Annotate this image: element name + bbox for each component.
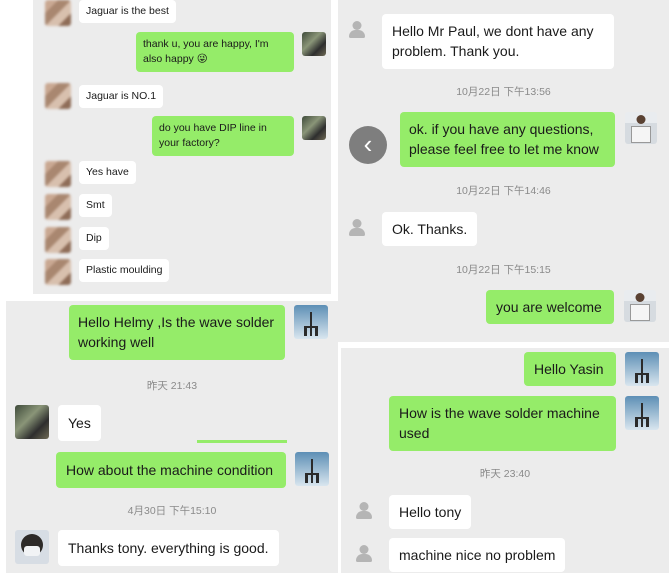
message-bubble: Hello Yasin	[524, 352, 616, 387]
message-left: Jaguar is the best	[45, 0, 176, 26]
message-bubble: Yes have	[79, 161, 136, 185]
message-left: Thanks tony. everything is good.	[15, 530, 279, 567]
message-text: Jaguar is NO.1	[86, 90, 157, 102]
message-bubble: Plastic moulding	[79, 259, 170, 283]
message-right: thank u, you are happy, I'm also happy 😜	[136, 32, 326, 73]
message-text: you are welcome	[496, 299, 602, 315]
eiffel-tower-avatar-icon[interactable]	[625, 352, 659, 386]
timestamp: 10月22日 下午13:56	[456, 86, 551, 98]
message-left: Yes have	[45, 161, 136, 187]
back-arrow-icon[interactable]: ‹	[349, 126, 387, 164]
message-right: How is the wave solder machine used	[389, 396, 659, 451]
message-text: machine nice no problem	[399, 547, 556, 563]
default-avatar-icon[interactable]	[346, 216, 368, 238]
message-text: thank u, you are happy, I'm also happy 😜	[143, 38, 269, 66]
message-right: How about the machine condition	[56, 452, 329, 489]
message-bubble: Thanks tony. everything is good.	[58, 530, 279, 567]
message-text: Smt	[86, 199, 105, 211]
message-left: Hello Mr Paul, we dont have any problem.…	[346, 14, 614, 69]
message-bubble: Hello Helmy ,Is the wave solder working …	[69, 305, 285, 360]
contact-avatar[interactable]	[45, 259, 71, 285]
message-text: Thanks tony. everything is good.	[68, 540, 269, 556]
message-right: Hello Helmy ,Is the wave solder working …	[69, 305, 328, 360]
message-bubble: you are welcome	[486, 290, 614, 325]
timestamp: 10月22日 下午14:46	[456, 185, 551, 197]
message-bubble: Jaguar is NO.1	[79, 85, 164, 109]
eiffel-tower-avatar-icon[interactable]	[625, 396, 659, 430]
message-bubble: How about the machine condition	[56, 452, 286, 489]
message-left: machine nice no problem	[353, 538, 566, 573]
message-right: you are welcome	[486, 290, 656, 325]
my-avatar[interactable]	[302, 116, 326, 140]
chat-panel-bottom-right: Hello Yasin How is the wave solder machi…	[341, 348, 669, 573]
message-text: Ok. Thanks.	[392, 221, 468, 237]
message-bubble: Ok. Thanks.	[382, 212, 478, 247]
chat-panel-top-left: Jaguar is the best thank u, you are happ…	[33, 0, 331, 294]
message-text: Yes have	[86, 166, 129, 178]
message-right: do you have DIP line in your factory?	[152, 116, 326, 157]
message-text: How about the machine condition	[66, 462, 274, 478]
message-left: Yes	[15, 405, 101, 442]
message-bubble: Dip	[79, 227, 109, 251]
message-bubble: ok. if you have any questions, please fe…	[400, 112, 615, 167]
contact-avatar[interactable]	[45, 227, 71, 253]
contact-avatar[interactable]	[45, 194, 71, 220]
message-text: ok. if you have any questions, please fe…	[409, 121, 599, 158]
message-text: Hello Helmy ,Is the wave solder working …	[78, 314, 275, 351]
contact-avatar[interactable]	[45, 161, 71, 187]
timestamp: 昨天 21:43	[146, 380, 198, 392]
message-bubble: How is the wave solder machine used	[389, 396, 616, 451]
timestamp: 昨天 23:40	[479, 468, 531, 480]
message-left: Dip	[45, 227, 109, 253]
contact-avatar[interactable]	[45, 83, 71, 109]
default-avatar-icon[interactable]	[346, 18, 368, 40]
message-right: Hello Yasin	[524, 352, 659, 387]
message-left: Ok. Thanks.	[346, 212, 478, 247]
partial-bubble	[197, 440, 287, 443]
message-text: How is the wave solder machine used	[399, 405, 600, 442]
message-left: Hello tony	[353, 495, 472, 530]
eiffel-tower-avatar-icon[interactable]	[295, 452, 329, 486]
message-bubble: do you have DIP line in your factory?	[152, 116, 294, 157]
message-right: ok. if you have any questions, please fe…	[400, 112, 657, 167]
contact-avatar[interactable]	[15, 530, 49, 564]
message-text: do you have DIP line in your factory?	[159, 122, 267, 150]
contact-avatar[interactable]	[45, 0, 71, 26]
message-bubble: Smt	[79, 194, 112, 218]
my-avatar[interactable]	[624, 290, 656, 322]
my-avatar[interactable]	[302, 32, 326, 56]
default-avatar-icon[interactable]	[353, 542, 375, 564]
contact-avatar[interactable]	[15, 405, 49, 439]
message-text: Plastic moulding	[86, 264, 163, 276]
message-left: Jaguar is NO.1	[45, 83, 164, 109]
message-bubble: Hello Mr Paul, we dont have any problem.…	[382, 14, 614, 69]
message-text: Hello Yasin	[534, 361, 604, 377]
message-text: Hello tony	[399, 504, 462, 520]
message-bubble: Hello tony	[389, 495, 472, 530]
chat-panel-bottom-left: Hello Helmy ,Is the wave solder working …	[6, 301, 338, 573]
eiffel-tower-avatar-icon[interactable]	[294, 305, 328, 339]
message-text: Dip	[86, 232, 102, 244]
default-avatar-icon[interactable]	[353, 499, 375, 521]
message-bubble: Yes	[58, 405, 101, 442]
message-bubble: Jaguar is the best	[79, 0, 176, 24]
message-bubble: thank u, you are happy, I'm also happy 😜	[136, 32, 294, 73]
message-text: Jaguar is the best	[86, 5, 169, 17]
message-left: Smt	[45, 194, 112, 220]
my-avatar[interactable]	[625, 112, 657, 144]
timestamp: 10月22日 下午15:15	[456, 264, 551, 276]
message-text: Yes	[68, 415, 91, 431]
message-bubble: machine nice no problem	[389, 538, 566, 573]
chat-panel-top-right: Hello Mr Paul, we dont have any problem.…	[338, 0, 669, 342]
back-arrow-glyph: ‹	[363, 128, 373, 159]
timestamp: 4月30日 下午15:10	[127, 505, 217, 517]
message-left: Plastic moulding	[45, 259, 170, 285]
message-text: Hello Mr Paul, we dont have any problem.…	[392, 23, 594, 60]
